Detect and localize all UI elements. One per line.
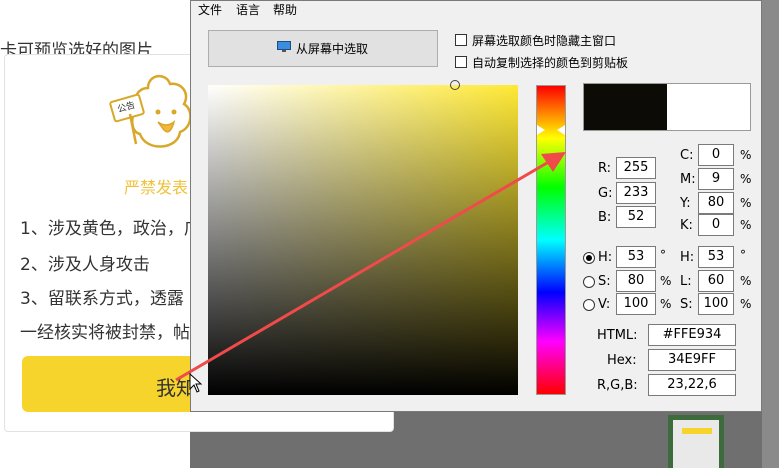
annotation-arrow xyxy=(175,152,566,382)
mouse-cursor-icon xyxy=(189,373,203,393)
